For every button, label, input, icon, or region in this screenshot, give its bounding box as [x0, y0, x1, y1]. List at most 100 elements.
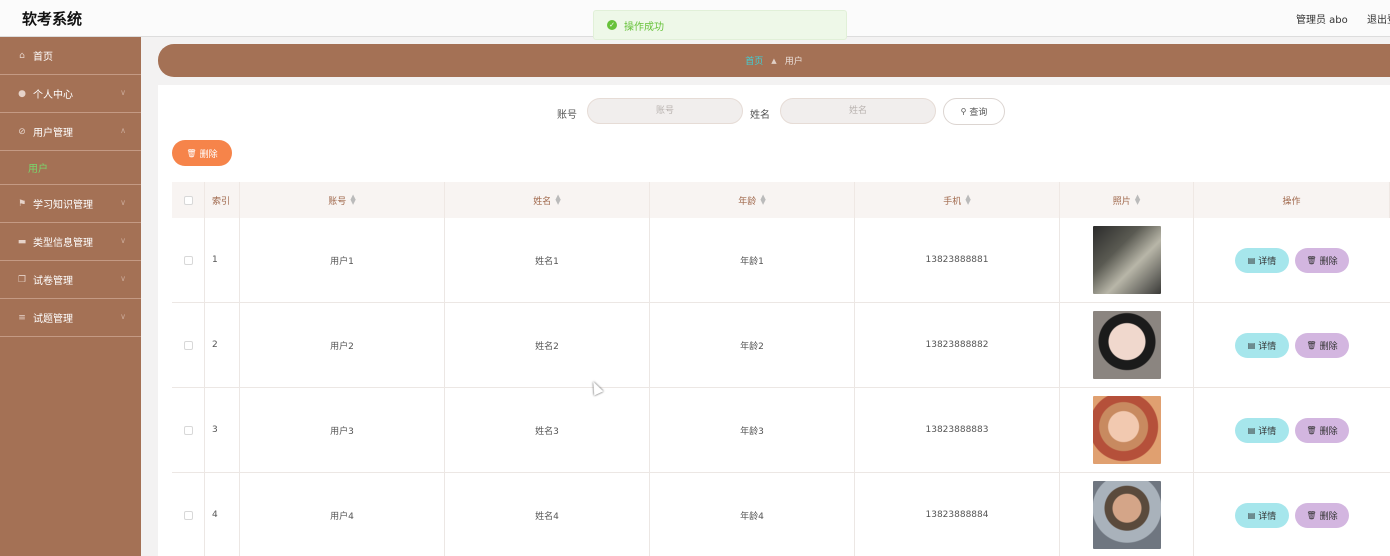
breadcrumb: 首页 ▲ 用户 — [158, 44, 1390, 77]
row-index: 4 — [205, 473, 240, 556]
row-checkbox[interactable] — [183, 510, 193, 520]
column-header-label: 手机 — [943, 196, 962, 207]
row-actions: ▤ 详情 🗑 删除 — [1194, 218, 1390, 302]
row-account: 用户4 — [240, 473, 445, 556]
detail-button[interactable]: ▤ 详情 — [1235, 417, 1289, 443]
sidebar-item-type-info[interactable]: ▬ 类型信息管理 ∨ — [0, 223, 141, 261]
detail-button[interactable]: ▤ 详情 — [1235, 247, 1289, 273]
sidebar-item-home[interactable]: ⌂ 首页 — [0, 37, 141, 75]
column-header-phone[interactable]: 手机 ▲ ▼ — [855, 182, 1060, 218]
sidebar-item-exam-paper[interactable]: ❐ 试卷管理 ∨ — [0, 261, 141, 299]
delete-button-label: 删除 — [1319, 511, 1338, 522]
delete-row-button[interactable]: 🗑 删除 — [1295, 332, 1349, 358]
trash-icon: 🗑 — [186, 148, 197, 158]
delete-row-button[interactable]: 🗑 删除 — [1295, 502, 1349, 528]
row-checkbox[interactable] — [183, 425, 193, 435]
column-header-label: 照片 — [1112, 196, 1131, 207]
trash-icon: 🗑 — [1306, 510, 1317, 520]
row-age: 年龄2 — [650, 303, 855, 387]
delete-row-button[interactable]: 🗑 删除 — [1295, 247, 1349, 273]
column-header-label: 年龄 — [738, 196, 757, 207]
detail-button[interactable]: ▤ 详情 — [1235, 332, 1289, 358]
sidebar-item-label: 试题管理 — [33, 314, 73, 325]
sidebar-item-study-knowledge[interactable]: ⚑ 学习知识管理 ∨ — [0, 185, 141, 223]
sidebar-item-label: 类型信息管理 — [33, 238, 93, 249]
trash-icon: 🗑 — [1306, 255, 1317, 265]
detail-button[interactable]: ▤ 详情 — [1235, 502, 1289, 528]
logout-link[interactable]: 退出登录 — [1367, 11, 1390, 26]
delete-row-button[interactable]: 🗑 删除 — [1295, 417, 1349, 443]
sidebar-item-label: 试卷管理 — [33, 276, 73, 287]
sidebar-item-question[interactable]: ≡ 试题管理 ∨ — [0, 299, 141, 337]
check-circle-icon: ✓ — [607, 20, 617, 30]
breadcrumb-separator-icon: ▲ — [771, 56, 777, 65]
delete-button-label: 删除 — [1319, 426, 1338, 437]
row-photo-cell — [1060, 218, 1194, 302]
column-header-actions: 操作 — [1194, 182, 1390, 218]
name-search-input[interactable] — [780, 98, 936, 124]
row-checkbox[interactable] — [183, 255, 193, 265]
user-photo[interactable] — [1092, 311, 1161, 379]
column-header-name[interactable]: 姓名 ▲ ▼ — [445, 182, 650, 218]
column-header-label: 账号 — [328, 196, 347, 207]
detail-button-label: 详情 — [1258, 256, 1277, 267]
row-photo-cell — [1060, 303, 1194, 387]
row-name: 姓名4 — [445, 473, 650, 556]
table-row: 1 用户1 姓名1 年龄1 13823888881 ▤ 详情 🗑 删除 — [172, 218, 1390, 303]
row-account: 用户1 — [240, 218, 445, 302]
table-row: 2 用户2 姓名2 年龄2 13823888882 ▤ 详情 🗑 删除 — [172, 303, 1390, 388]
column-header-index: 索引 — [205, 182, 240, 218]
row-actions: ▤ 详情 🗑 删除 — [1194, 473, 1390, 556]
breadcrumb-home[interactable]: 首页 — [745, 54, 763, 67]
sort-icon[interactable]: ▲ ▼ — [1135, 194, 1140, 206]
row-checkbox[interactable] — [183, 340, 193, 350]
row-name: 姓名3 — [445, 388, 650, 472]
batch-delete-button[interactable]: 🗑 删除 — [172, 140, 232, 166]
user-photo[interactable] — [1092, 226, 1161, 294]
sort-icon[interactable]: ▲ ▼ — [760, 194, 765, 206]
query-button[interactable]: ⚲ 查询 — [943, 98, 1005, 125]
name-label: 姓名 — [750, 110, 770, 121]
table-row: 4 用户4 姓名4 年龄4 13823888884 ▤ 详情 🗑 删除 — [172, 473, 1390, 556]
column-header-age[interactable]: 年龄 ▲ ▼ — [650, 182, 855, 218]
sidebar-item-label: 个人中心 — [33, 90, 73, 101]
chevron-down-icon: ∨ — [120, 88, 126, 97]
chevron-down-icon: ∨ — [120, 236, 126, 245]
sidebar-item-profile[interactable]: ● 个人中心 ∨ — [0, 75, 141, 113]
row-actions: ▤ 详情 🗑 删除 — [1194, 303, 1390, 387]
column-header-photo[interactable]: 照片 ▲ ▼ — [1060, 182, 1194, 218]
document-icon: ▤ — [1247, 255, 1256, 265]
document-icon: ▤ — [1247, 425, 1256, 435]
table-header: 索引 账号 ▲ ▼ 姓名 ▲ ▼ 年龄 ▲ ▼ 手机 ▲ ▼ 照片 ▲ ▼ 操作 — [172, 182, 1390, 218]
user-photo[interactable] — [1092, 481, 1161, 549]
row-photo-cell — [1060, 388, 1194, 472]
users-icon: ⊘ — [18, 126, 26, 137]
account-search-input[interactable] — [587, 98, 743, 124]
toast-message: 操作成功 — [624, 21, 664, 33]
row-checkbox-cell — [172, 388, 205, 472]
detail-button-label: 详情 — [1258, 426, 1277, 437]
query-button-label: 查询 — [969, 108, 988, 118]
sort-icon[interactable]: ▲ ▼ — [555, 194, 560, 206]
user-photo[interactable] — [1092, 396, 1161, 464]
home-icon: ⌂ — [19, 50, 25, 61]
column-header-account[interactable]: 账号 ▲ ▼ — [240, 182, 445, 218]
delete-button-label: 删除 — [1319, 256, 1338, 267]
sidebar-item-user-management[interactable]: ⊘ 用户管理 ∧ — [0, 113, 141, 151]
chevron-down-icon: ∨ — [120, 312, 126, 321]
row-checkbox-cell — [172, 218, 205, 302]
sort-icon[interactable]: ▲ ▼ — [350, 194, 355, 206]
row-age: 年龄4 — [650, 473, 855, 556]
row-age: 年龄3 — [650, 388, 855, 472]
sort-icon[interactable]: ▲ ▼ — [965, 194, 970, 206]
copy-icon: ❐ — [17, 274, 27, 285]
sidebar: ⌂ 首页 ● 个人中心 ∨ ⊘ 用户管理 ∧ 用户 ⚑ 学习知识管理 ∨ ▬ 类… — [0, 37, 141, 556]
flag-icon: ⚑ — [17, 198, 27, 209]
row-photo-cell — [1060, 473, 1194, 556]
row-phone: 13823888884 — [855, 473, 1060, 556]
row-phone: 13823888883 — [855, 388, 1060, 472]
sidebar-subitem-user[interactable]: 用户 — [0, 151, 141, 185]
row-age: 年龄1 — [650, 218, 855, 302]
select-all-checkbox[interactable] — [183, 195, 193, 205]
user-icon: ● — [18, 88, 26, 99]
